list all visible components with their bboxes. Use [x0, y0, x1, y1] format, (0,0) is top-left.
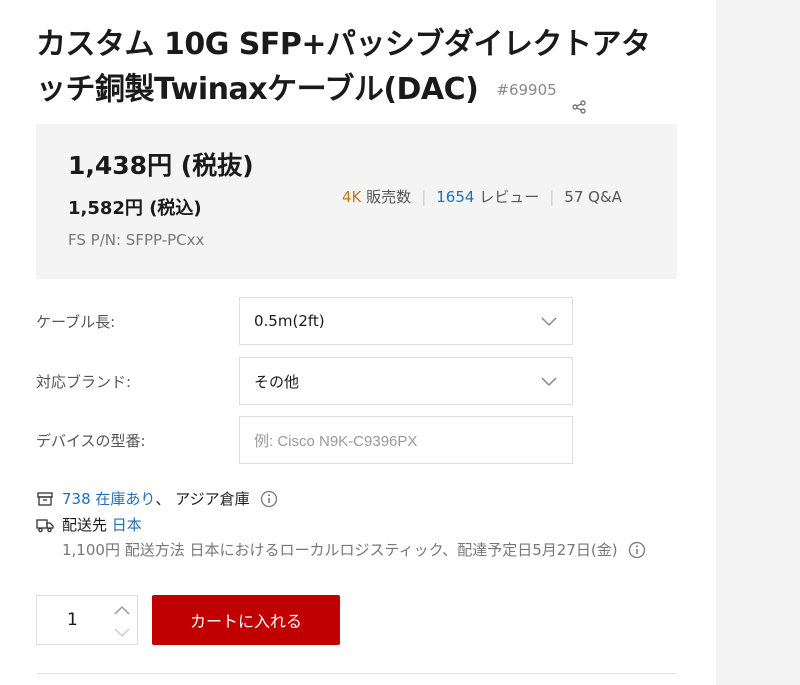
info-icon[interactable]	[628, 541, 646, 559]
chevron-down-icon	[540, 312, 558, 330]
qa-label[interactable]: Q&A	[588, 188, 622, 206]
stats-divider: |	[549, 188, 555, 206]
device-model-input[interactable]: 例: Cisco N9K-C9396PX	[239, 416, 573, 464]
chevron-down-icon	[540, 372, 558, 390]
review-count[interactable]: 1654	[436, 188, 474, 206]
truck-icon	[36, 516, 54, 534]
product-stats: 4K 販売数 | 1654 レビュー | 57 Q&A	[342, 186, 622, 207]
ship-to-label: 配送先	[62, 516, 108, 534]
brand-select[interactable]: その他	[239, 357, 573, 405]
info-icon[interactable]	[260, 490, 278, 508]
part-number: FS P/N: SFPP-PCxx	[68, 231, 205, 249]
sold-count: 4K	[342, 188, 362, 206]
stats-divider: |	[421, 188, 427, 206]
price-box: 1,438円 (税抜) 1,582円 (税込) FS P/N: SFPP-PCx…	[36, 124, 677, 279]
stock-status: 738 在庫あり、 アジア倉庫	[36, 488, 278, 509]
qa-count[interactable]: 57	[564, 188, 583, 206]
brand-label: 対応ブランド:	[36, 373, 132, 391]
device-model-placeholder: 例: Cisco N9K-C9396PX	[254, 432, 418, 450]
cable-length-label: ケーブル長:	[36, 313, 116, 331]
product-sku: #69905	[496, 81, 557, 99]
shipping-detail-text: 1,100円 配送方法 日本におけるローカルロジスティック、配達予定日5月27日…	[62, 541, 618, 559]
right-side-panel	[716, 0, 800, 685]
product-title: カスタム 10G SFP+パッシブダイレクトアタッチ銅製Twinaxケーブル(D…	[36, 22, 676, 114]
chevron-down-icon[interactable]	[113, 625, 131, 639]
price-in-tax: 1,582円 (税込)	[68, 198, 202, 219]
shipping-detail: 1,100円 配送方法 日本におけるローカルロジスティック、配達予定日5月27日…	[62, 539, 646, 560]
brand-value: その他	[254, 372, 300, 391]
chevron-up-icon[interactable]	[113, 602, 131, 616]
share-icon[interactable]	[571, 83, 587, 114]
stock-count[interactable]: 738 在庫あり	[62, 488, 155, 509]
device-model-label: デバイスの型番:	[36, 432, 146, 450]
price-ex-tax: 1,438円 (税抜)	[68, 151, 254, 180]
cable-length-value: 0.5m(2ft)	[254, 312, 325, 330]
quantity-value[interactable]: 1	[67, 610, 78, 630]
cable-length-select[interactable]: 0.5m(2ft)	[239, 297, 573, 345]
warehouse-name: 、 アジア倉庫	[155, 490, 250, 508]
add-to-cart-button[interactable]: カートに入れる	[152, 595, 340, 645]
product-title-text: カスタム 10G SFP+パッシブダイレクトアタッチ銅製Twinaxケーブル(D…	[36, 27, 651, 107]
quantity-stepper[interactable]: 1	[36, 595, 138, 645]
ship-to: 配送先 日本	[36, 514, 142, 535]
divider	[36, 673, 677, 674]
ship-to-country[interactable]: 日本	[112, 514, 142, 535]
warehouse-box-icon	[36, 490, 54, 508]
sold-label: 販売数	[366, 188, 412, 206]
review-label[interactable]: レビュー	[479, 188, 539, 206]
